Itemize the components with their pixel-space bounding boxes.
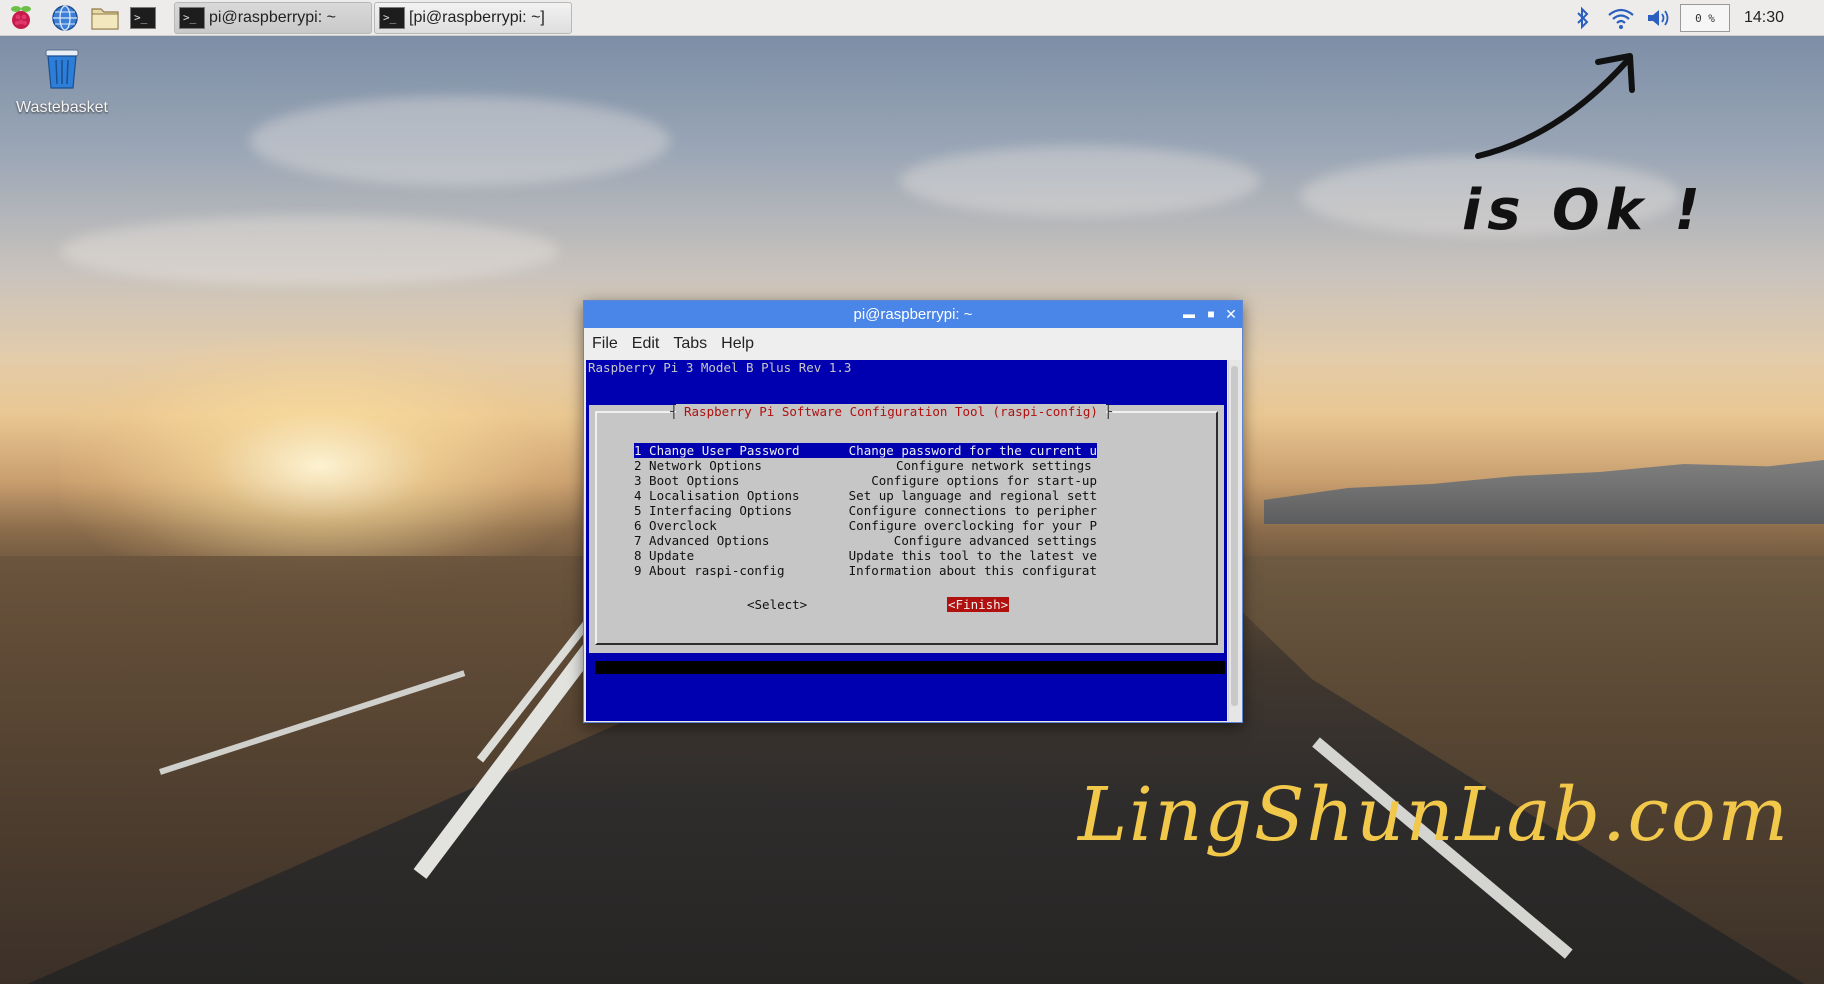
raspi-config-dialog: Raspberry Pi Software Configuration Tool…: [589, 404, 1224, 653]
scrollbar-thumb[interactable]: [1231, 366, 1238, 706]
cpu-monitor[interactable]: 0 %: [1680, 4, 1730, 32]
wallpaper-field-right: [1184, 556, 1824, 984]
window-menubar: File Edit Tabs Help: [584, 328, 1242, 360]
wallpaper-mountains: [1264, 460, 1824, 524]
menu-option-label: 4 Localisation Options: [634, 488, 800, 503]
web-browser-globe-icon[interactable]: [50, 3, 80, 33]
menu-option-label: 7 Advanced Options: [634, 533, 770, 548]
menu-item-overclock[interactable]: 6 Overclock Configure overclocking for y…: [634, 518, 1097, 533]
bluetooth-icon[interactable]: [1570, 0, 1596, 36]
taskbar-task-terminal-1[interactable]: >_ pi@raspberrypi: ~: [174, 2, 372, 34]
menu-option-desc: Set up language and regional sett: [848, 488, 1097, 503]
window-title: pi@raspberrypi: ~: [853, 306, 973, 323]
raspi-config-menu: 1 Change User Password Change password f…: [634, 443, 1097, 578]
volume-icon[interactable]: [1642, 0, 1676, 36]
raspberry-menu-icon[interactable]: [6, 3, 36, 33]
menu-option-desc: Configure options for start-up: [871, 473, 1097, 488]
menu-option-label: 3 Boot Options: [634, 473, 740, 488]
menu-option-label: 2 Network Options: [634, 458, 762, 473]
menu-item-update[interactable]: 8 Update Update this tool to the latest …: [634, 548, 1097, 563]
menu-edit[interactable]: Edit: [632, 335, 660, 353]
terminal-icon: >_: [179, 7, 205, 29]
menu-option-desc: Configure network settings: [896, 458, 1092, 473]
close-icon[interactable]: ✕: [1222, 305, 1240, 323]
terminal-icon: >_: [379, 7, 405, 29]
menu-option-label: 9 About raspi-config: [634, 563, 785, 578]
window-titlebar[interactable]: pi@raspberrypi: ~ ▬ ■ ✕: [584, 301, 1242, 328]
menu-item-localisation-options[interactable]: 4 Localisation Options Set up language a…: [634, 488, 1097, 503]
menu-item-interfacing-options[interactable]: 5 Interfacing Options Configure connecti…: [634, 503, 1097, 518]
wastebasket-desktop-icon[interactable]: Wastebasket: [14, 44, 110, 117]
task-label: [pi@raspberrypi: ~]: [409, 9, 545, 26]
menu-option-label: 1 Change User Password: [634, 443, 800, 458]
menu-item-about[interactable]: 9 About raspi-config Information about t…: [634, 563, 1097, 578]
annotation-arrow-icon: [1475, 53, 1635, 159]
brand-watermark: LingShunLab.com: [1078, 772, 1790, 858]
menu-option-label: 8 Update: [634, 548, 695, 563]
menu-file[interactable]: File: [592, 335, 618, 353]
wallpaper-cloud: [900, 146, 1260, 216]
terminal-scrollbar[interactable]: [1228, 360, 1240, 721]
wastebasket-label: Wastebasket: [16, 99, 108, 116]
terminal-window: pi@raspberrypi: ~ ▬ ■ ✕ File Edit Tabs H…: [583, 300, 1243, 723]
menu-tabs[interactable]: Tabs: [673, 335, 707, 353]
menu-option-desc: Configure connections to peripher: [848, 503, 1097, 518]
menu-item-network-options[interactable]: 2 Network Options Configure network sett…: [634, 458, 1097, 473]
menu-option-label: 5 Interfacing Options: [634, 503, 793, 518]
terminal-header-line: Raspberry Pi 3 Model B Plus Rev 1.3: [588, 360, 852, 375]
dialog-shadow: [595, 661, 1225, 674]
dialog-frame: Raspberry Pi Software Configuration Tool…: [595, 404, 1218, 645]
menu-option-desc: Update this tool to the latest ve: [848, 548, 1097, 563]
menu-option-desc: Change password for the current u: [848, 443, 1097, 458]
maximize-icon[interactable]: ■: [1202, 305, 1220, 323]
dialog-title: Raspberry Pi Software Configuration Tool…: [670, 404, 1112, 419]
wallpaper-cloud: [60, 216, 560, 286]
menu-option-label: 6 Overclock: [634, 518, 717, 533]
menu-option-desc: Configure overclocking for your P: [848, 518, 1097, 533]
menu-item-advanced-options[interactable]: 7 Advanced Options Configure advanced se…: [634, 533, 1097, 548]
menu-item-boot-options[interactable]: 3 Boot Options Configure options for sta…: [634, 473, 1097, 488]
taskbar-task-terminal-2[interactable]: >_ [pi@raspberrypi: ~]: [374, 2, 572, 34]
menu-help[interactable]: Help: [721, 335, 754, 353]
menu-option-desc: Configure advanced settings: [893, 533, 1097, 548]
minimize-icon[interactable]: ▬: [1180, 305, 1198, 323]
menu-item-change-password[interactable]: 1 Change User Password Change password f…: [634, 443, 1097, 458]
taskbar: >_ >_ pi@raspberrypi: ~ >_ [pi@raspberry…: [0, 0, 1824, 36]
wallpaper-cloud: [250, 96, 670, 186]
wifi-icon[interactable]: [1604, 0, 1638, 36]
file-manager-folder-icon[interactable]: [90, 3, 120, 33]
terminal-launcher-icon[interactable]: >_: [128, 3, 158, 33]
clock[interactable]: 14:30: [1736, 0, 1792, 36]
task-label: pi@raspberrypi: ~: [209, 9, 336, 26]
annotation-is-ok: is Ok !: [1462, 178, 1706, 243]
finish-button[interactable]: <Finish>: [947, 597, 1010, 612]
select-button[interactable]: <Select>: [747, 597, 807, 612]
menu-option-desc: Information about this configurat: [848, 563, 1097, 578]
trash-icon: [45, 49, 79, 89]
terminal-screen[interactable]: Raspberry Pi 3 Model B Plus Rev 1.3 Rasp…: [586, 360, 1227, 721]
